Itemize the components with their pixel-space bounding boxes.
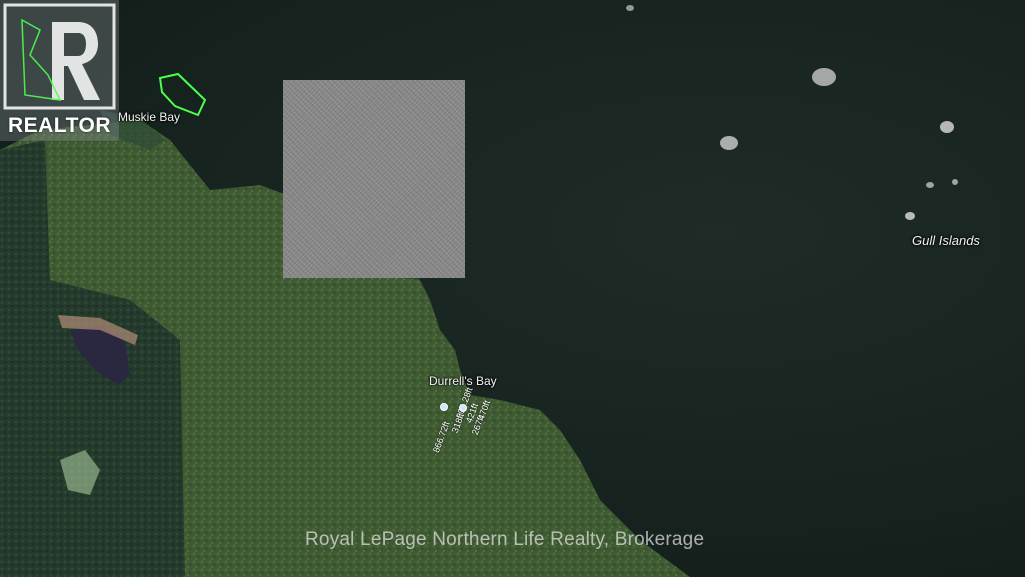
island-4 xyxy=(905,212,915,220)
island-1 xyxy=(812,68,836,86)
marker-pin xyxy=(440,403,448,411)
satellite-map[interactable]: REALTOR Muskie Bay Durrell's Bay Gull Is… xyxy=(0,0,1025,577)
missing-imagery-tile xyxy=(283,80,465,278)
island-5 xyxy=(926,182,934,188)
island-6 xyxy=(952,179,958,185)
island-2 xyxy=(720,136,738,150)
label-durrells-bay[interactable]: Durrell's Bay xyxy=(429,374,497,388)
label-muskie-bay[interactable]: Muskie Bay xyxy=(118,110,180,124)
label-gull-islands[interactable]: Gull Islands xyxy=(912,233,980,248)
realtor-logo: REALTOR xyxy=(0,0,119,141)
marker-pin xyxy=(459,404,467,412)
island-3 xyxy=(940,121,954,133)
parcel-outline xyxy=(158,72,207,117)
realtor-wordmark: REALTOR xyxy=(7,114,112,137)
island-7 xyxy=(626,5,634,11)
brokerage-watermark: Royal LePage Northern Life Realty, Broke… xyxy=(305,529,705,550)
terrain-layer xyxy=(0,5,958,577)
property-markers[interactable] xyxy=(438,400,468,416)
